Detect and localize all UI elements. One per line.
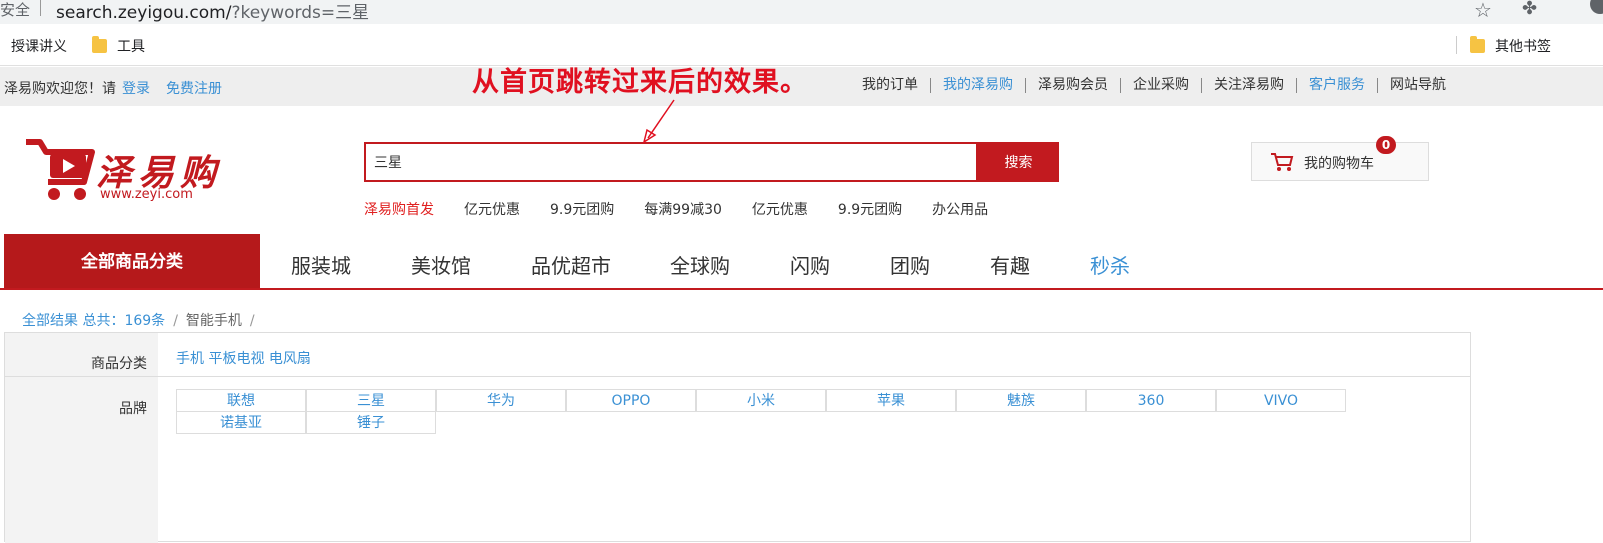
top-link-enterprise[interactable]: 企业采购: [1120, 78, 1201, 93]
nav-item-beauty[interactable]: 美妆馆: [411, 250, 471, 279]
search-button[interactable]: 搜索: [978, 142, 1059, 182]
brand-option[interactable]: 小米: [696, 389, 826, 412]
security-label[interactable]: 安全: [0, 0, 30, 20]
nav-item-global[interactable]: 全球购: [670, 250, 730, 279]
breadcrumb: 全部结果 总共：169条 / 智能手机 /: [22, 313, 255, 329]
category-filter-label: 商品分类: [91, 356, 147, 372]
top-link-site-nav[interactable]: 网站导航: [1377, 78, 1458, 93]
brand-filter-label: 品牌: [119, 401, 147, 417]
brand-option[interactable]: OPPO: [566, 389, 696, 412]
hotword-item[interactable]: 办公用品: [932, 199, 988, 219]
top-link-follow[interactable]: 关注泽易购: [1201, 78, 1296, 93]
brand-option[interactable]: VIVO: [1216, 389, 1346, 412]
brand-option[interactable]: 联想: [176, 389, 306, 412]
brand-option[interactable]: 华为: [436, 389, 566, 412]
cart-button[interactable]: 我的购物车 0: [1251, 136, 1429, 181]
top-links: 我的订单 我的泽易购 泽易购会员 企业采购 关注泽易购 客户服务 网站导航: [850, 78, 1458, 93]
category-link[interactable]: 手机: [176, 351, 204, 367]
top-link-my-account[interactable]: 我的泽易购: [930, 78, 1025, 93]
breadcrumb-total: 总共：169条: [82, 313, 166, 329]
brand-option[interactable]: 苹果: [826, 389, 956, 412]
url-path: ?keywords=三星: [231, 3, 370, 23]
bookmark-other-folder[interactable]: 其他书签: [1470, 36, 1551, 56]
extensions-puzzle-icon[interactable]: ✤: [1522, 0, 1537, 19]
hotword-item[interactable]: 泽易购首发: [364, 199, 434, 219]
hotword-item[interactable]: 亿元优惠: [752, 199, 808, 219]
bookmarks-divider: [1456, 36, 1457, 54]
search-input[interactable]: 三星: [364, 142, 978, 182]
url-text[interactable]: search.zeyigou.com/?keywords=三星: [56, 0, 369, 23]
nav-item-supermarket[interactable]: 品优超市: [531, 250, 611, 279]
breadcrumb-all-results[interactable]: 全部结果: [22, 313, 78, 329]
brand-option[interactable]: 360: [1086, 389, 1216, 412]
cart-label: 我的购物车: [1304, 156, 1374, 172]
top-link-orders[interactable]: 我的订单: [850, 78, 930, 93]
brand-option[interactable]: 三星: [306, 389, 436, 412]
annotation-arrow-icon: [642, 99, 675, 144]
brand-option[interactable]: 魅族: [956, 389, 1086, 412]
welcome-message: 泽易购欢迎您！请 登录 免费注册: [4, 81, 222, 97]
register-link[interactable]: 免费注册: [166, 81, 222, 97]
brand-option[interactable]: 锤子: [306, 411, 436, 434]
category-filter-links: 手机 平板电视 电风扇: [176, 348, 311, 368]
folder-icon: [1470, 36, 1485, 53]
address-separator: [40, 0, 41, 16]
folder-icon: [92, 36, 107, 53]
nav-item-group-buy[interactable]: 团购: [890, 250, 930, 279]
bookmark-star-icon[interactable]: ☆: [1474, 0, 1492, 22]
brand-option[interactable]: 诺基亚: [176, 411, 306, 434]
nav-item-fun[interactable]: 有趣: [990, 250, 1030, 279]
hotword-item[interactable]: 9.9元团购: [550, 199, 614, 219]
hotword-item[interactable]: 亿元优惠: [464, 199, 520, 219]
logo-url: www.zeyi.com: [100, 187, 193, 202]
profile-avatar-icon[interactable]: [1590, 0, 1603, 14]
annotation-text: 从首页跳转过来后的效果。: [472, 67, 808, 98]
hotword-item[interactable]: 9.9元团购: [838, 199, 902, 219]
filter-row-divider: [5, 376, 1470, 377]
bookmark-lecture-notes[interactable]: 授课讲义: [11, 36, 67, 56]
breadcrumb-current: 智能手机: [185, 313, 242, 329]
top-link-customer-service[interactable]: 客户服务: [1296, 78, 1377, 93]
hotword-item[interactable]: 每满99减30: [644, 199, 722, 219]
all-categories-button[interactable]: 全部商品分类: [4, 234, 260, 288]
nav-item-seckill[interactable]: 秒杀: [1090, 250, 1130, 279]
filter-panel: 商品分类 手机 平板电视 电风扇 品牌 联想 三星 华为 OPPO 小米 苹果 …: [4, 332, 1471, 543]
main-nav: 全部商品分类 服装城 美妆馆 品优超市 全球购 闪购 团购 有趣 秒杀: [0, 234, 1603, 290]
nav-item-clothing[interactable]: 服装城: [291, 250, 351, 279]
bookmark-tools-folder[interactable]: 工具: [92, 36, 145, 56]
url-host: search.zeyigou.com/: [56, 3, 232, 23]
top-link-membership[interactable]: 泽易购会员: [1025, 78, 1120, 93]
category-link[interactable]: 电风扇: [269, 351, 311, 367]
nav-item-flash[interactable]: 闪购: [790, 250, 830, 279]
hot-keywords: 泽易购首发 亿元优惠 9.9元团购 每满99减30 亿元优惠 9.9元团购 办公…: [364, 199, 1018, 219]
category-link[interactable]: 平板电视: [208, 351, 264, 367]
shopping-cart-icon: [1271, 153, 1294, 171]
login-link[interactable]: 登录: [122, 81, 150, 97]
browser-address-bar[interactable]: 安全 search.zeyigou.com/?keywords=三星 ☆ ✤: [0, 0, 1603, 24]
cart-count-badge: 0: [1376, 136, 1396, 154]
